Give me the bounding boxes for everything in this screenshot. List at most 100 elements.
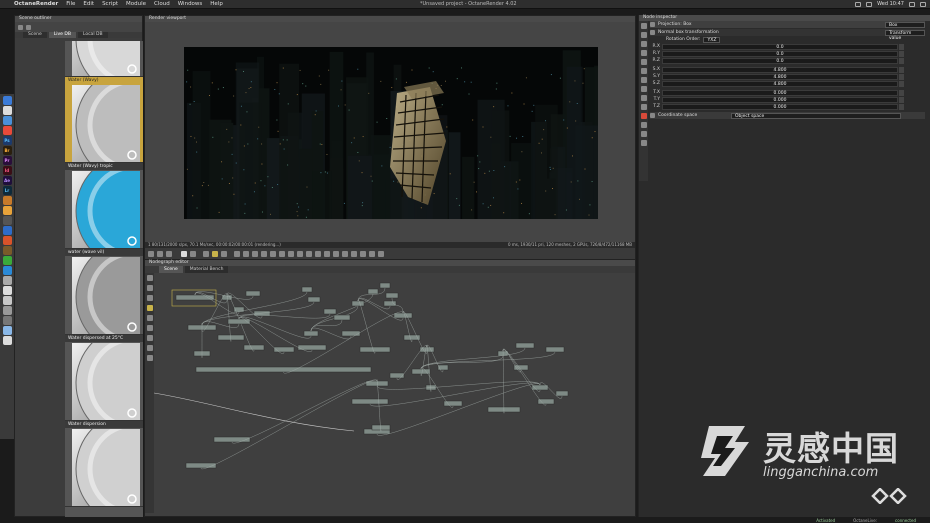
graph-node[interactable]	[213, 436, 251, 443]
folder-icon[interactable]	[2, 326, 12, 335]
value-stepper[interactable]	[899, 80, 904, 87]
app-icon-20[interactable]	[2, 286, 12, 295]
geometry-node-icon[interactable]	[146, 305, 153, 311]
axis-value-field[interactable]: 4.800	[662, 80, 898, 87]
graph-node[interactable]	[383, 300, 397, 307]
inspector-tool-1-icon[interactable]	[640, 23, 647, 29]
value-stepper[interactable]	[899, 43, 904, 50]
projection-type-dropdown[interactable]: Box	[885, 21, 925, 28]
decal-icon[interactable]	[297, 250, 303, 257]
graph-node[interactable]	[307, 296, 321, 303]
camera-node-icon[interactable]	[146, 315, 153, 321]
environment-node-icon[interactable]	[146, 325, 153, 331]
app-icon-21[interactable]	[2, 296, 12, 305]
tab-scene-graph[interactable]: Scene	[159, 266, 183, 273]
transform-type-dropdown[interactable]: Transform value	[885, 29, 925, 41]
inspector-tool-3-icon[interactable]	[640, 41, 647, 47]
chrome-icon[interactable]	[2, 126, 12, 135]
octane-dock-icon[interactable]	[2, 316, 12, 325]
stop-icon[interactable]	[181, 250, 187, 257]
app-icon-22[interactable]	[2, 306, 12, 315]
nodegraph-canvas[interactable]	[154, 273, 636, 517]
cinema4d-icon[interactable]	[2, 206, 12, 215]
spotify-icon[interactable]	[2, 256, 12, 265]
inspector-tool-7-icon[interactable]	[640, 77, 647, 83]
recenter-icon[interactable]	[148, 250, 154, 257]
graph-node[interactable]	[367, 288, 379, 295]
axis-value-field[interactable]: 0.0	[662, 43, 898, 50]
camera-reset-icon[interactable]	[157, 250, 163, 257]
pick-material-icon[interactable]	[243, 250, 249, 257]
axis-value-field[interactable]: 0.000	[662, 89, 898, 96]
inspector-tool-8-icon[interactable]	[640, 86, 647, 92]
app-icon-16[interactable]	[2, 246, 12, 255]
render-image[interactable]	[184, 47, 598, 219]
photoshop-icon[interactable]: Ps	[2, 136, 12, 145]
skype-icon[interactable]	[2, 266, 12, 275]
material-item[interactable]: water (wave vil)	[65, 249, 143, 335]
graph-node[interactable]	[351, 398, 389, 405]
finder-icon[interactable]	[2, 96, 12, 105]
app-icon-19[interactable]	[2, 276, 12, 285]
gizmo-rotate-icon[interactable]	[342, 250, 348, 257]
app-icon-14[interactable]	[2, 226, 12, 235]
axis-value-field[interactable]: 4.800	[662, 66, 898, 73]
graph-node[interactable]	[379, 282, 391, 289]
material-item[interactable]: Water (25 C)	[65, 41, 143, 77]
graph-node[interactable]	[333, 314, 351, 321]
start-icon[interactable]	[212, 250, 218, 257]
realtime-icon[interactable]	[221, 250, 227, 257]
graph-node[interactable]	[245, 290, 261, 297]
material-item[interactable]: Water dispersion	[65, 421, 143, 507]
trash-icon[interactable]	[2, 336, 12, 345]
tab-material-bench[interactable]: Material Bench	[184, 266, 229, 273]
graph-node[interactable]	[555, 390, 569, 397]
bridge-icon[interactable]: Br	[2, 146, 12, 155]
menu-cloud[interactable]: Cloud	[150, 1, 174, 7]
rotation-order-dropdown[interactable]: YXZ	[703, 36, 721, 43]
tab-local-db[interactable]: Local DB	[77, 32, 108, 38]
graph-node[interactable]	[537, 398, 555, 405]
graph-node[interactable]	[301, 286, 313, 293]
transform-collapse-icon[interactable]	[650, 30, 655, 35]
value-stepper[interactable]	[899, 57, 904, 64]
graph-node[interactable]	[195, 366, 372, 373]
graph-node[interactable]	[515, 342, 535, 349]
settings-icon[interactable]	[26, 24, 31, 30]
graph-node[interactable]	[233, 306, 245, 313]
world-space-icon[interactable]	[360, 250, 366, 257]
launchpad-icon[interactable]	[2, 106, 12, 115]
graph-node[interactable]	[323, 308, 337, 315]
imager-node-icon[interactable]	[146, 345, 153, 351]
material-node-icon[interactable]	[146, 285, 153, 291]
film-region-icon[interactable]	[288, 250, 294, 257]
axis-value-field[interactable]: 0.0	[662, 57, 898, 64]
menu-script[interactable]: Script	[98, 1, 122, 7]
coordinate-space-dropdown[interactable]: Object space	[731, 112, 901, 119]
axis-value-field[interactable]: 0.000	[662, 96, 898, 103]
premiere-icon[interactable]: Pr	[2, 156, 12, 165]
inspector-tool-5-icon[interactable]	[640, 59, 647, 65]
pick-camera-icon[interactable]	[261, 250, 267, 257]
snap-icon[interactable]	[369, 250, 375, 257]
graph-node[interactable]	[185, 462, 217, 469]
safari-icon[interactable]	[2, 116, 12, 125]
tab-live-db[interactable]: Live DB	[48, 32, 76, 38]
value-stepper[interactable]	[899, 66, 904, 73]
material-item[interactable]: Water dispersed at 25°C	[65, 335, 143, 421]
inspector-tool-9-icon[interactable]	[640, 95, 647, 101]
spotlight-icon[interactable]	[909, 1, 915, 7]
battery-icon[interactable]	[855, 1, 862, 7]
graph-node[interactable]	[545, 346, 565, 353]
menu-windows[interactable]: Windows	[174, 1, 207, 7]
axis-value-field[interactable]: 0.000	[662, 103, 898, 110]
viewport-settings-icon[interactable]	[378, 250, 384, 257]
axis-value-field[interactable]: 4.800	[662, 73, 898, 80]
refresh-icon[interactable]	[18, 24, 23, 30]
value-stepper[interactable]	[899, 103, 904, 110]
restart-icon[interactable]	[190, 250, 196, 257]
menu-file[interactable]: File	[62, 1, 79, 7]
wifi-icon[interactable]	[866, 1, 873, 7]
graph-node[interactable]	[243, 344, 265, 351]
axis-value-field[interactable]: 0.0	[662, 50, 898, 57]
